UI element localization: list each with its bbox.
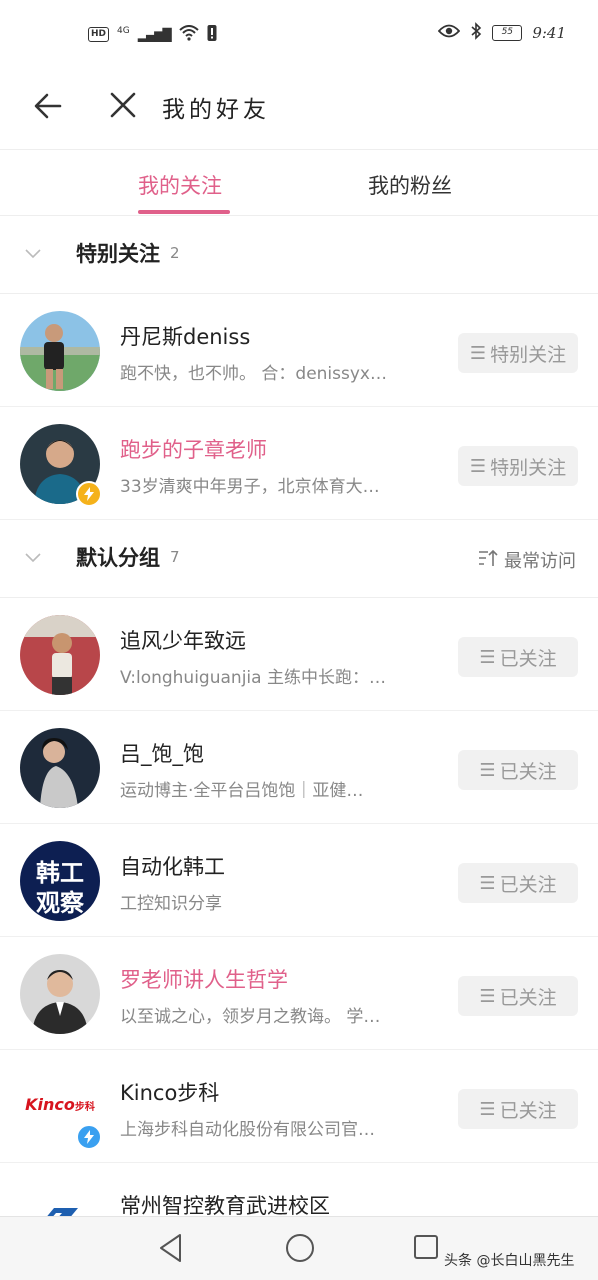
followed-button[interactable]: ☰ 已关注: [458, 1089, 578, 1129]
button-label: 已关注: [499, 873, 557, 896]
sort-button[interactable]: 最常访问: [478, 547, 576, 573]
user-name[interactable]: 追风少年致远: [120, 625, 246, 655]
special-follow-button[interactable]: ☰ 特别关注: [458, 333, 578, 373]
menu-icon: ☰: [479, 985, 496, 1007]
bluetooth-icon: [470, 22, 482, 44]
button-label: 已关注: [499, 760, 557, 783]
menu-icon: ☰: [469, 455, 487, 477]
back-arrow-icon[interactable]: [32, 90, 64, 122]
tab-active-indicator: [138, 210, 230, 214]
page-title: 我的好友: [162, 97, 270, 123]
followed-button[interactable]: ☰ 已关注: [458, 863, 578, 903]
status-left: HD 4G ▂▄▆█: [88, 24, 217, 45]
special-follow-button[interactable]: ☰ 特别关注: [458, 446, 578, 486]
user-desc: 33岁清爽中年男子，北京体育大…: [120, 477, 380, 497]
tab-following[interactable]: 我的关注: [138, 170, 222, 200]
user-name[interactable]: 罗老师讲人生哲学: [120, 964, 288, 994]
button-label: 已关注: [499, 1099, 557, 1122]
user-name[interactable]: Kinco步科: [120, 1077, 219, 1107]
wifi-icon: [178, 24, 199, 45]
tab-followers[interactable]: 我的粉丝: [368, 170, 452, 200]
user-name[interactable]: 自动化韩工: [120, 851, 225, 881]
nav-bar: 我的好友: [0, 66, 598, 150]
button-label: 特别关注: [490, 456, 567, 479]
followed-button[interactable]: ☰ 已关注: [458, 637, 578, 677]
system-back-icon[interactable]: [158, 1233, 184, 1267]
hd-icon: HD: [88, 27, 110, 42]
avatar[interactable]: 韩工 观察: [20, 841, 100, 921]
group-header-special[interactable]: 特别关注 2: [0, 216, 598, 294]
menu-icon: ☰: [479, 646, 496, 668]
menu-icon: ☰: [479, 759, 496, 781]
menu-icon: ☰: [479, 1098, 496, 1120]
menu-icon: ☰: [479, 872, 496, 894]
watermark: 头条 @长白山黑先生: [444, 1253, 575, 1269]
list-item[interactable]: 跑步的子章老师 33岁清爽中年男子，北京体育大… ☰ 特别关注: [0, 407, 598, 520]
system-recents-icon[interactable]: [414, 1235, 438, 1259]
list-item[interactable]: 追风少年致远 V:longhuiguanjia 主练中长跑：… ☰ 已关注: [0, 598, 598, 711]
group-name: 特别关注: [76, 242, 160, 266]
group-count: 7: [170, 548, 180, 566]
user-name[interactable]: 吕_饱_饱: [120, 738, 204, 768]
lightning-icon: [76, 481, 102, 507]
button-label: 特别关注: [490, 343, 567, 366]
user-desc: 跑不快，也不帅。 合：denissyx…: [120, 364, 387, 384]
list-item[interactable]: 韩工 观察 自动化韩工 工控知识分享 ☰ 已关注: [0, 824, 598, 937]
sort-label: 最常访问: [504, 551, 576, 572]
status-right: 55 9:41: [438, 22, 566, 44]
user-desc: V:longhuiguanjia 主练中长跑：…: [120, 668, 386, 688]
user-name[interactable]: 丹尼斯deniss: [120, 321, 250, 351]
signal-icon: ▂▄▆█: [137, 27, 172, 42]
user-name[interactable]: 跑步的子章老师: [120, 434, 267, 464]
group-name: 默认分组: [76, 546, 160, 570]
network-type: 4G: [117, 25, 130, 36]
system-home-icon[interactable]: [286, 1234, 314, 1262]
followed-button[interactable]: ☰ 已关注: [458, 976, 578, 1016]
lightning-icon: [76, 1124, 102, 1150]
status-time: 9:41: [532, 24, 566, 42]
user-desc: 运动博主·全平台吕饱饱｜亚健…: [120, 781, 364, 801]
chevron-down-icon[interactable]: [24, 244, 42, 262]
avatar-text-bottom: 观察: [36, 889, 84, 917]
button-label: 已关注: [499, 647, 557, 670]
user-desc: 工控知识分享: [120, 894, 222, 914]
tab-bar: 我的关注 我的粉丝: [0, 150, 598, 216]
system-nav-bar: 头条 @长白山黑先生: [0, 1216, 598, 1280]
close-icon[interactable]: [108, 90, 138, 120]
list-item[interactable]: Kinco步科 Kinco步科 上海步科自动化股份有限公司官… ☰ 已关注: [0, 1050, 598, 1163]
user-desc: 上海步科自动化股份有限公司官…: [120, 1120, 375, 1140]
followed-button[interactable]: ☰ 已关注: [458, 750, 578, 790]
logo-kinco: Kinco: [25, 1095, 75, 1114]
avatar[interactable]: [20, 615, 100, 695]
group-count: 2: [170, 244, 180, 262]
group-header-default[interactable]: 默认分组 7 最常访问: [0, 520, 598, 598]
list-item[interactable]: 吕_饱_饱 运动博主·全平台吕饱饱｜亚健… ☰ 已关注: [0, 711, 598, 824]
alert-icon: [207, 24, 217, 45]
sort-icon: [478, 549, 498, 572]
avatar[interactable]: [20, 954, 100, 1034]
button-label: 已关注: [499, 986, 557, 1009]
status-bar: HD 4G ▂▄▆█ 55 9:41: [0, 0, 598, 66]
list-item[interactable]: 丹尼斯deniss 跑不快，也不帅。 合：denissyx… ☰ 特别关注: [0, 294, 598, 407]
avatar-logo-text: Kinco步科: [20, 1095, 100, 1114]
user-desc: 以至诚之心，领岁月之教诲。 学…: [120, 1007, 381, 1027]
eye-icon: [438, 24, 461, 42]
menu-icon: ☰: [469, 342, 487, 364]
avatar[interactable]: [20, 728, 100, 808]
logo-buke: 步科: [74, 1102, 95, 1113]
battery-icon: 55: [492, 25, 523, 41]
avatar[interactable]: [20, 311, 100, 391]
list-item[interactable]: 罗老师讲人生哲学 以至诚之心，领岁月之教诲。 学… ☰ 已关注: [0, 937, 598, 1050]
chevron-down-icon[interactable]: [24, 548, 42, 566]
